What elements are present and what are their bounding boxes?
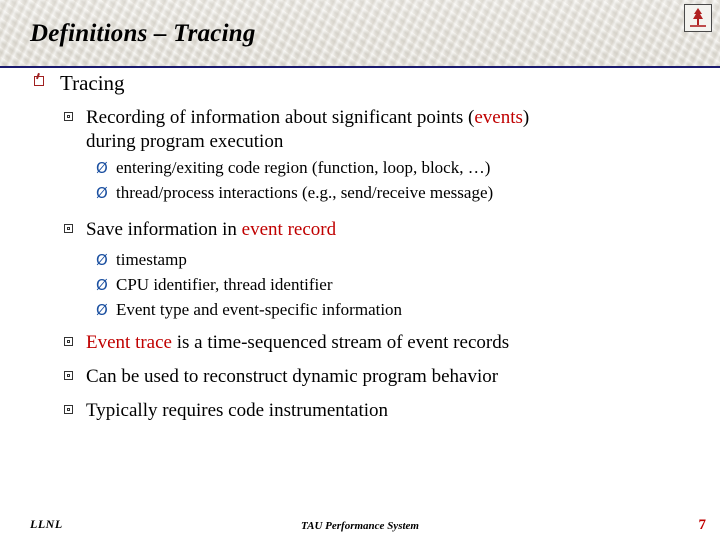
bullet-level3-text: CPU identifier, thread identifier <box>116 275 333 294</box>
slide-header: Definitions – Tracing <box>0 0 720 68</box>
bullet-level2: Recording of information about significa… <box>62 106 720 154</box>
content-block: Recording of information about significa… <box>0 106 720 204</box>
square-bullet-icon <box>64 112 73 121</box>
bullet-level2-text-highlight: event record <box>241 219 337 240</box>
footer-subtitle: TAU Performance System <box>301 520 419 532</box>
slide-body: Tracing Recording of information about s… <box>0 70 720 510</box>
content-block: Can be used to reconstruct dynamic progr… <box>0 365 720 389</box>
square-flag-bullet-icon <box>34 76 44 86</box>
bullet-level2-text-part: Can be used to reconstruct dynamic progr… <box>86 366 499 387</box>
bullet-level2: Typically requires code instrumentation <box>62 399 720 423</box>
bullet-level3-text: thread/process interactions (e.g., send/… <box>116 183 494 202</box>
bullet-level2-text-line2: during program execution <box>86 131 284 152</box>
bullet-level2: Event trace is a time-sequenced stream o… <box>62 331 720 355</box>
bullet-level3-text: entering/exiting code region (function, … <box>116 158 491 177</box>
bullet-level2-text-part: Save information in <box>86 219 242 240</box>
bullet-level2-text-part: is a time-sequenced stream of event reco… <box>171 332 510 353</box>
page-number: 7 <box>698 517 707 533</box>
square-bullet-icon <box>64 371 73 380</box>
content-block: Save information in event record Ø times… <box>0 218 720 321</box>
content-block: Typically requires code instrumentation <box>0 399 720 423</box>
content-block: Event trace is a time-sequenced stream o… <box>0 331 720 355</box>
llnl-logo-icon <box>684 4 712 32</box>
arrow-bullet-icon: Ø <box>96 276 108 294</box>
bullet-level3: Ø CPU identifier, thread identifier <box>96 273 720 296</box>
square-bullet-icon <box>64 337 73 346</box>
square-bullet-icon <box>64 224 73 233</box>
bullet-level1-text: Tracing <box>60 71 125 95</box>
bullet-level2-text-part: Typically requires code instrumentation <box>86 400 389 421</box>
bullet-level2-text-highlight: events <box>474 107 523 128</box>
bullet-level3-text: Event type and event-specific informatio… <box>116 300 403 319</box>
square-bullet-icon <box>64 405 73 414</box>
bullet-level2-text-highlight: Event trace <box>86 332 172 353</box>
bullet-level3: Ø thread/process interactions (e.g., sen… <box>96 181 720 204</box>
slide-footer: LLNL TAU Performance System 7 <box>0 506 720 540</box>
bullet-level3-text: timestamp <box>116 250 187 269</box>
bullet-level1: Tracing <box>30 70 720 96</box>
arrow-bullet-icon: Ø <box>96 301 108 319</box>
bullet-level3: Ø timestamp <box>96 248 720 271</box>
bullet-level3: Ø entering/exiting code region (function… <box>96 156 720 179</box>
bullet-level2-text-part: ) <box>522 107 530 128</box>
bullet-level2: Save information in event record <box>62 218 720 242</box>
arrow-bullet-icon: Ø <box>96 251 108 269</box>
arrow-bullet-icon: Ø <box>96 159 108 177</box>
bullet-level3: Ø Event type and event-specific informat… <box>96 298 720 321</box>
bullet-level2-text-part: Recording of information about significa… <box>86 107 475 128</box>
arrow-bullet-icon: Ø <box>96 184 108 202</box>
page-title: Definitions – Tracing <box>30 20 256 47</box>
bullet-level2: Can be used to reconstruct dynamic progr… <box>62 365 720 389</box>
